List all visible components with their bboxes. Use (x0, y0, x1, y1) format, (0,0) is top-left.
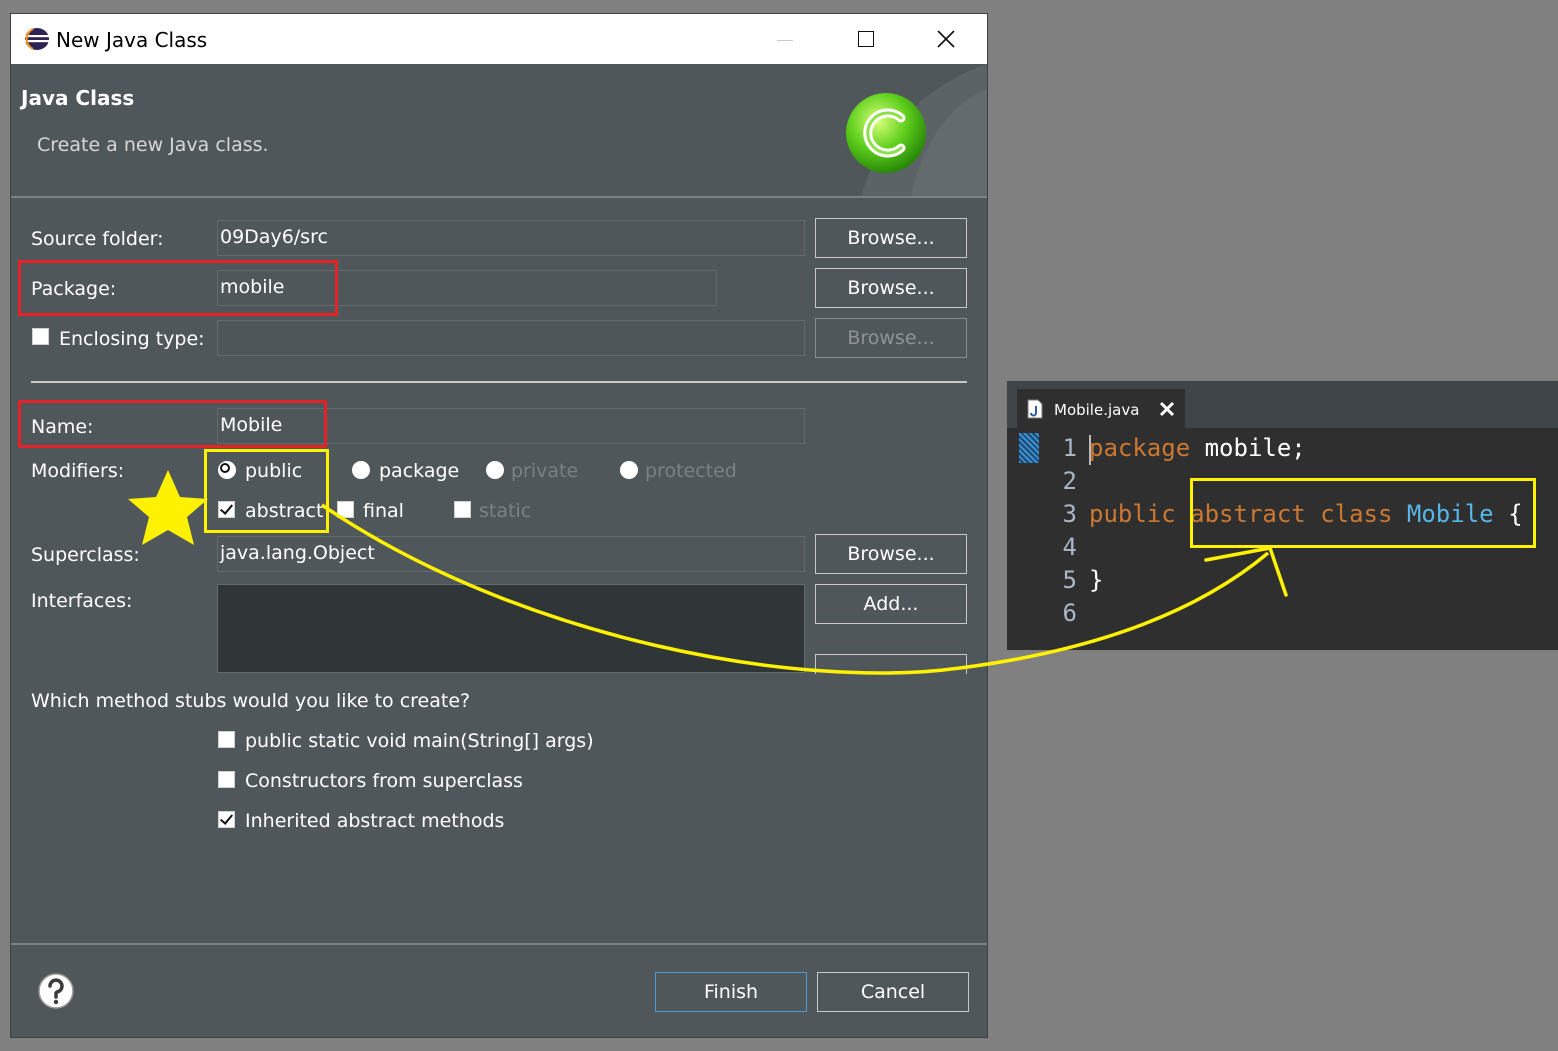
line-number: 2 (1062, 467, 1077, 495)
modifiers-highlight-box (204, 449, 329, 533)
main-method-label: public static void main(String[] args) (245, 730, 594, 752)
line-number: 5 (1062, 566, 1077, 594)
package-radio[interactable] (352, 461, 370, 479)
java-file-icon (1027, 399, 1043, 419)
current-line-marker (1019, 433, 1039, 463)
browse-label: Browse... (847, 327, 935, 349)
code-editor: Mobile.java 1 2 3 4 5 6 package mobile; … (1007, 381, 1558, 650)
constructors-checkbox[interactable] (218, 771, 235, 788)
enclosing-type-browse-button[interactable]: Browse... (815, 318, 967, 358)
superclass-input[interactable]: java.lang.Object (217, 536, 805, 572)
interfaces-list[interactable] (217, 584, 805, 673)
method-stubs-question: Which method stubs would you like to cre… (31, 690, 471, 712)
line-number: 6 (1062, 599, 1077, 627)
static-checkbox[interactable] (454, 501, 471, 518)
minimize-button[interactable] (765, 24, 805, 54)
title-bar: New Java Class (11, 14, 987, 64)
code-text: } (1089, 566, 1104, 594)
add-interface-button[interactable]: Add... (815, 584, 967, 624)
section-divider (31, 381, 967, 383)
text-cursor (1089, 435, 1091, 465)
line-number: 3 (1062, 500, 1077, 528)
main-method-checkbox[interactable] (218, 731, 235, 748)
package-highlight-box (18, 260, 338, 316)
page-description: Create a new Java class. (37, 134, 269, 156)
source-folder-input[interactable]: 09Day6/src (217, 220, 805, 256)
header-separator (11, 196, 987, 198)
name-highlight-box (18, 400, 327, 448)
keyword: public (1089, 500, 1176, 528)
tab-close-icon[interactable] (1159, 401, 1175, 417)
browse-label: Browse... (847, 543, 935, 565)
cancel-label: Cancel (860, 981, 926, 1003)
page-title: Java Class (21, 86, 135, 110)
remove-interface-button[interactable] (815, 654, 967, 674)
superclass-label: Superclass: (31, 544, 140, 566)
close-button[interactable] (926, 24, 966, 54)
code-text: mobile; (1190, 434, 1306, 462)
private-label: private (511, 460, 579, 482)
add-label: Add... (863, 593, 919, 615)
new-java-class-dialog: New Java Class Java Class Create a new J… (11, 14, 987, 1037)
source-folder-browse-button[interactable]: Browse... (815, 218, 967, 258)
java-class-icon (846, 93, 926, 173)
constructors-label: Constructors from superclass (245, 770, 523, 792)
static-label: static (479, 500, 532, 522)
source-folder-label: Source folder: (31, 228, 164, 250)
cancel-button[interactable]: Cancel (817, 972, 969, 1012)
tab-label: Mobile.java (1054, 401, 1140, 419)
code-line-5[interactable]: } (1089, 566, 1103, 594)
inherited-methods-label: Inherited abstract methods (245, 810, 505, 832)
superclass-browse-button[interactable]: Browse... (815, 534, 967, 574)
package-modifier-label: package (379, 460, 460, 482)
wizard-header: Java Class Create a new Java class. (11, 64, 987, 197)
modifiers-label: Modifiers: (31, 460, 125, 482)
interfaces-label: Interfaces: (31, 590, 133, 612)
protected-label: protected (645, 460, 737, 482)
code-highlight-box (1190, 478, 1536, 548)
protected-radio[interactable] (620, 461, 638, 479)
window-title: New Java Class (56, 28, 208, 52)
help-icon[interactable] (37, 972, 75, 1010)
package-browse-button[interactable]: Browse... (815, 268, 967, 308)
code-line-1[interactable]: package mobile; (1089, 434, 1306, 462)
enclosing-type-label: Enclosing type: (59, 328, 205, 350)
editor-tab-mobile-java[interactable]: Mobile.java (1017, 389, 1185, 428)
final-label: final (363, 500, 404, 522)
keyword: package (1089, 434, 1191, 462)
inherited-methods-checkbox[interactable] (218, 811, 235, 828)
browse-label: Browse... (847, 227, 935, 249)
editor-tab-bar: Mobile.java (1007, 381, 1558, 428)
browse-label: Browse... (847, 277, 935, 299)
private-radio[interactable] (486, 461, 504, 479)
enclosing-type-input[interactable] (217, 320, 805, 356)
finish-label: Finish (703, 981, 759, 1003)
final-checkbox[interactable] (337, 501, 354, 518)
line-number: 1 (1062, 434, 1077, 462)
maximize-button[interactable] (846, 24, 886, 54)
finish-button[interactable]: Finish (655, 972, 807, 1012)
eclipse-icon (25, 28, 49, 50)
close-icon (937, 30, 955, 48)
line-number: 4 (1062, 533, 1077, 561)
footer-separator (11, 943, 987, 945)
enclosing-type-checkbox[interactable] (32, 328, 49, 345)
